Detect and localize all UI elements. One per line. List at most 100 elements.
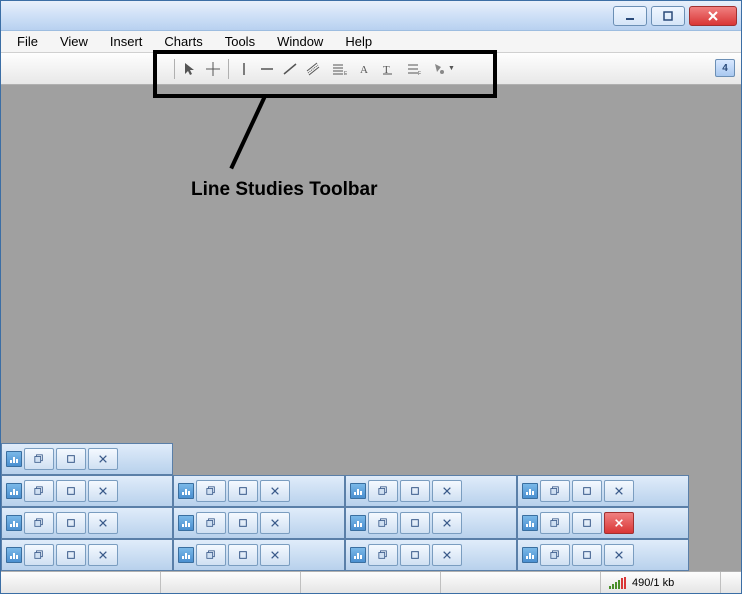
chart-maximize-button[interactable] [228,512,258,534]
chart-maximize-button[interactable] [400,544,430,566]
close-button[interactable] [689,6,737,26]
chart-maximize-button[interactable] [228,544,258,566]
fibonacci-icon[interactable]: E [325,58,353,80]
minimized-chart-window[interactable] [1,443,173,475]
text-label-icon[interactable]: A [354,58,376,80]
toolbar-row: E A T F ▼ 4 [1,53,741,85]
minimized-chart-window[interactable] [173,475,345,507]
chart-maximize-button[interactable] [400,512,430,534]
chart-icon [522,515,538,531]
chart-close-button[interactable] [260,480,290,502]
chart-maximize-button[interactable] [572,512,602,534]
chart-restore-button[interactable] [540,512,570,534]
workspace-area [1,85,741,571]
chart-icon [6,451,22,467]
chart-icon [6,547,22,563]
minimized-chart-window[interactable] [345,539,517,571]
chart-close-button[interactable] [432,544,462,566]
minimized-chart-window[interactable] [1,475,173,507]
chart-maximize-button[interactable] [56,544,86,566]
shapes-icon[interactable]: ▼ [429,58,457,80]
svg-text:F: F [418,71,421,77]
minimized-chart-window[interactable] [517,507,689,539]
chart-restore-button[interactable] [196,480,226,502]
chart-restore-button[interactable] [368,512,398,534]
minimize-button[interactable] [613,6,647,26]
connection-bars-icon [609,577,626,589]
chart-maximize-button[interactable] [228,480,258,502]
chart-maximize-button[interactable] [572,544,602,566]
chart-icon [178,515,194,531]
chart-maximize-button[interactable] [56,448,86,470]
chart-restore-button[interactable] [24,512,54,534]
minimized-chart-window[interactable] [1,507,173,539]
chart-icon [350,483,366,499]
chart-close-button[interactable] [604,544,634,566]
chart-icon [178,547,194,563]
chart-maximize-button[interactable] [56,512,86,534]
chart-close-button[interactable] [260,512,290,534]
menu-charts[interactable]: Charts [154,32,212,51]
minimized-chart-window[interactable] [1,539,173,571]
andrews-pitchfork-icon[interactable]: F [400,58,428,80]
maximize-button[interactable] [651,6,685,26]
connection-status: 490/1 kb [601,572,721,593]
text-icon[interactable]: T [377,58,399,80]
cursor-icon[interactable] [179,58,201,80]
notification-badge[interactable]: 4 [715,59,735,77]
chart-close-button[interactable] [88,480,118,502]
resize-grip[interactable] [721,572,741,593]
horizontal-line-icon[interactable] [256,58,278,80]
minimized-chart-window[interactable] [173,539,345,571]
menubar: File View Insert Charts Tools Window Hel… [1,31,741,53]
chart-window-row [1,475,741,507]
chart-icon [350,547,366,563]
minimized-chart-window[interactable] [345,507,517,539]
line-studies-toolbar: E A T F ▼ [171,56,457,82]
chart-close-button[interactable] [604,480,634,502]
chart-restore-button[interactable] [196,544,226,566]
chart-maximize-button[interactable] [56,480,86,502]
minimized-chart-windows [1,443,741,571]
chart-maximize-button[interactable] [572,480,602,502]
chart-icon [178,483,194,499]
chart-window-row [1,443,741,475]
minimized-chart-window[interactable] [517,539,689,571]
menu-file[interactable]: File [7,32,48,51]
chart-close-button[interactable] [88,544,118,566]
chart-close-button[interactable] [88,448,118,470]
chart-restore-button[interactable] [24,480,54,502]
chart-close-button[interactable] [432,480,462,502]
chart-maximize-button[interactable] [400,480,430,502]
menu-window[interactable]: Window [267,32,333,51]
chart-close-button[interactable] [260,544,290,566]
chart-restore-button[interactable] [24,544,54,566]
minimized-chart-window[interactable] [345,475,517,507]
menu-tools[interactable]: Tools [215,32,265,51]
chart-restore-button[interactable] [540,480,570,502]
menu-view[interactable]: View [50,32,98,51]
chart-restore-button[interactable] [368,480,398,502]
statusbar: 490/1 kb [1,571,741,593]
toolbar-separator [174,59,175,79]
vertical-line-icon[interactable] [233,58,255,80]
chart-close-button[interactable] [432,512,462,534]
chart-restore-button[interactable] [24,448,54,470]
app-window: File View Insert Charts Tools Window Hel… [0,0,742,594]
trendline-icon[interactable] [279,58,301,80]
chart-restore-button[interactable] [540,544,570,566]
chart-icon [522,483,538,499]
chart-close-button[interactable] [604,512,634,534]
menu-insert[interactable]: Insert [100,32,153,51]
chart-restore-button[interactable] [196,512,226,534]
equidistant-channel-icon[interactable] [302,58,324,80]
chart-icon [350,515,366,531]
crosshair-icon[interactable] [202,58,224,80]
minimized-chart-window[interactable] [517,475,689,507]
chart-icon [6,483,22,499]
chart-restore-button[interactable] [368,544,398,566]
status-cell [301,572,441,593]
minimized-chart-window[interactable] [173,507,345,539]
chart-close-button[interactable] [88,512,118,534]
menu-help[interactable]: Help [335,32,382,51]
